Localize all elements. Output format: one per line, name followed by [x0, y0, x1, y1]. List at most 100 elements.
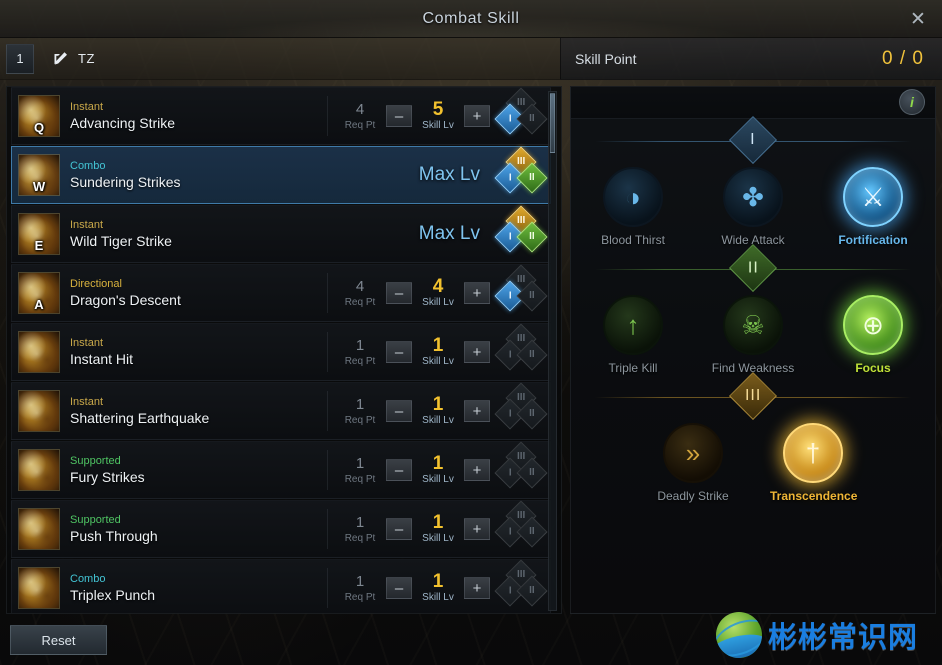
decrease-skill-level-button[interactable]: – — [386, 400, 412, 422]
skill-level: 5 Skill Lv — [416, 100, 460, 132]
max-level-label: Max Lv — [418, 223, 480, 244]
wide-attack-icon: ✤ — [723, 167, 783, 227]
close-icon[interactable]: ✕ — [904, 6, 932, 32]
scrollbar-thumb[interactable] — [550, 93, 555, 153]
decrease-skill-level-button[interactable]: – — [386, 577, 412, 599]
tier-badge-i-label: I — [508, 467, 512, 478]
tree-node-label: Transcendence — [770, 489, 858, 503]
skill-name: Sundering Strikes — [70, 173, 181, 190]
node-glyph: ☠ — [741, 309, 765, 340]
increase-skill-level-button[interactable]: + — [464, 518, 490, 540]
skill-text: Supported Push Through — [70, 513, 327, 546]
increase-skill-level-button[interactable]: + — [464, 577, 490, 599]
skill-level-label: Skill Lv — [422, 415, 454, 426]
row-divider — [327, 332, 328, 372]
skill-row-wild-tiger-strike[interactable]: E Instant Wild Tiger Strike Max Lv III I II — [11, 205, 551, 263]
skill-point-bar: Skill Point 0 / 0 — [560, 38, 942, 80]
increase-skill-level-button[interactable]: + — [464, 459, 490, 481]
skill-row-push-through[interactable]: Supported Push Through 1 Req Pt –1 Skill Lv + I… — [11, 500, 551, 558]
skill-icon — [18, 331, 60, 373]
skill-row-advancing-strike[interactable]: Q Instant Advancing Strike 4 Req Pt –5 Skill L… — [11, 87, 551, 145]
decrease-skill-level-button[interactable]: – — [386, 518, 412, 540]
decrease-skill-level-button[interactable]: – — [386, 459, 412, 481]
tier-badge-ii-label: II — [529, 113, 535, 124]
decrease-skill-level-button[interactable]: – — [386, 282, 412, 304]
tier-badge-ii-label: II — [529, 585, 535, 596]
tree-node-focus[interactable]: ⊕ Focus — [830, 295, 916, 375]
tier-badge-i-label: I — [508, 231, 512, 242]
skill-text: Combo Sundering Strikes — [70, 159, 419, 192]
req-pt-value: 1 — [355, 573, 365, 590]
increase-skill-level-button[interactable]: + — [464, 105, 490, 127]
skill-row-fury-strikes[interactable]: Supported Fury Strikes 1 Req Pt –1 Skill Lv + I… — [11, 441, 551, 499]
tier-badge-i-label: I — [508, 113, 512, 124]
tier-badge-iii-label: III — [516, 392, 526, 403]
skill-list-scrollbar[interactable] — [548, 91, 557, 611]
page-title: Combat Skill — [422, 9, 520, 27]
skill-level-value: 1 — [432, 453, 444, 474]
tree-node-deadly-strike[interactable]: » Deadly Strike — [650, 423, 736, 503]
node-glyph: » — [685, 437, 701, 468]
skill-text: Instant Shattering Earthquake — [70, 395, 327, 428]
tree-node-find-weakness[interactable]: ☠ Find Weakness — [710, 295, 796, 375]
tier-badges: III I II — [494, 205, 548, 258]
pen-edit-icon[interactable] — [50, 49, 70, 69]
skill-category: Combo — [70, 572, 106, 585]
watermark-text: 彬彬常识网 — [768, 620, 919, 654]
row-divider — [327, 96, 328, 136]
tree-node-wide-attack[interactable]: ✤ Wide Attack — [710, 167, 796, 247]
reset-button[interactable]: Reset — [10, 625, 107, 655]
tier-badge-iii-label: III — [516, 333, 526, 344]
increase-skill-level-button[interactable]: + — [464, 400, 490, 422]
req-pt-value: 1 — [355, 396, 365, 413]
tree-node-blood-thirst[interactable]: ◑ Blood Thirst — [590, 167, 676, 247]
skill-keybind: Q — [33, 120, 45, 135]
tier-badges: III I II — [494, 264, 548, 317]
node-glyph: ⊕ — [862, 309, 884, 340]
skill-row-shattering-earthquake[interactable]: Instant Shattering Earthquake 1 Req Pt –1 Ski… — [11, 382, 551, 440]
skill-level-label: Skill Lv — [422, 120, 454, 131]
skill-row-instant-hit[interactable]: Instant Instant Hit 1 Req Pt –1 Skill Lv + III I… — [11, 323, 551, 381]
skill-level: 1 Skill Lv — [416, 395, 460, 427]
increase-skill-level-button[interactable]: + — [464, 282, 490, 304]
skill-category: Combo — [70, 159, 106, 172]
skill-level-label: Skill Lv — [422, 474, 454, 485]
skill-level-label: Skill Lv — [422, 592, 454, 603]
tree-node-label: Blood Thirst — [601, 233, 665, 247]
blood-thirst-icon: ◑ — [603, 167, 663, 227]
decrease-skill-level-button[interactable]: – — [386, 105, 412, 127]
increase-skill-level-button[interactable]: + — [464, 341, 490, 363]
deadly-strike-icon: » — [663, 423, 723, 483]
tree-node-label: Triple Kill — [608, 361, 658, 375]
node-glyph: ✤ — [742, 181, 764, 212]
tier-badge-ii-label: II — [529, 172, 535, 183]
skill-name: Dragon's Descent — [70, 291, 181, 308]
tier-badges: III I II — [494, 441, 548, 494]
skill-row-sundering-strikes[interactable]: W Combo Sundering Strikes Max Lv III I II — [11, 146, 551, 204]
preset-tab-1[interactable]: 1 — [6, 43, 34, 74]
skill-row-dragon-s-descent[interactable]: A Directional Dragon's Descent 4 Req Pt –4 Ski… — [11, 264, 551, 322]
req-pt-value: 1 — [355, 337, 365, 354]
skill-category: Instant — [70, 218, 104, 231]
skill-category: Supported — [70, 454, 121, 467]
tier-marker-label: III — [744, 387, 762, 404]
tier-badge-ii-label: II — [529, 408, 535, 419]
skill-name: Fury Strikes — [70, 468, 145, 485]
skill-level-value: 1 — [432, 571, 444, 592]
tree-node-transcendence[interactable]: † Transcendence — [770, 423, 858, 503]
decrease-skill-level-button[interactable]: – — [386, 341, 412, 363]
skill-row-triplex-punch[interactable]: Combo Triplex Punch 1 Req Pt –1 Skill Lv + III I… — [11, 559, 551, 613]
skill-level-value: 5 — [432, 99, 444, 120]
tier-badge-iii-label: III — [516, 451, 526, 462]
sub-header: 1 TZ Skill Point 0 / 0 — [0, 38, 942, 80]
tree-node-triple-kill[interactable]: ↑ Triple Kill — [590, 295, 676, 375]
tier-badge-i-label: I — [508, 349, 512, 360]
tree-node-fortification[interactable]: ⚔ Fortification — [830, 167, 916, 247]
tier-node-row: » Deadly Strike † Transcendence — [571, 421, 935, 503]
skill-text: Instant Instant Hit — [70, 336, 327, 369]
tier-badge-ii-label: II — [529, 231, 535, 242]
row-divider — [327, 568, 328, 608]
info-icon[interactable]: i — [899, 89, 925, 115]
req-pt-label: Req Pt — [344, 533, 376, 544]
tier-badges: III I II — [494, 323, 548, 376]
